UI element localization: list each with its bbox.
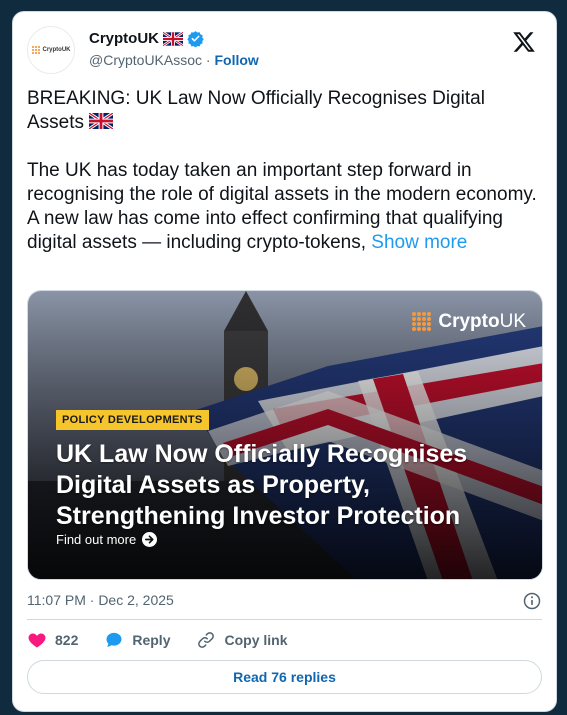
tweet-text: BREAKING: UK Law Now Officially Recognis… — [27, 87, 543, 255]
speech-bubble-icon — [106, 632, 122, 648]
read-replies-button[interactable]: Read 76 replies — [27, 660, 542, 694]
tweet-media-image[interactable]: CryptoUK POLICY DEVELOPMENTS UK Law Now … — [27, 290, 543, 580]
read-replies-label: Read 76 replies — [233, 669, 336, 685]
media-headline: UK Law Now Officially Recognises Digital… — [56, 440, 468, 530]
reply-button[interactable]: Reply — [104, 630, 170, 650]
info-icon[interactable] — [522, 591, 542, 611]
like-count: 822 — [55, 632, 79, 648]
copy-link-button[interactable]: Copy link — [196, 630, 288, 650]
arrow-right-icon — [142, 532, 158, 547]
cryptouk-logo-icon — [31, 45, 41, 55]
cryptouk-logo-icon — [412, 312, 432, 332]
like-button[interactable]: 822 — [27, 630, 78, 650]
media-brand-name: Crypto — [438, 311, 500, 332]
media-category-tag: POLICY DEVELOPMENTS — [56, 410, 209, 430]
handle-separator: · — [202, 52, 215, 68]
author-handle[interactable]: @CryptoUKAssoc — [89, 52, 202, 68]
x-logo-icon[interactable] — [512, 30, 536, 54]
tweet-card: CryptoUK CryptoUK @CryptoUKAssoc · Follo… — [12, 11, 557, 712]
avatar[interactable]: CryptoUK — [27, 26, 75, 74]
find-out-more-link[interactable]: Find out more — [56, 532, 158, 547]
reply-label: Reply — [132, 632, 171, 648]
divider — [27, 619, 542, 620]
author-display-name[interactable]: CryptoUK — [89, 30, 159, 47]
copy-link-label: Copy link — [224, 632, 288, 648]
heart-icon — [28, 633, 46, 648]
media-brand-suffix: UK — [499, 311, 526, 332]
author-info: CryptoUK @CryptoUKAssoc · Follow — [89, 30, 259, 68]
uk-flag-icon — [89, 113, 114, 129]
verified-badge-icon — [187, 31, 204, 47]
follow-button[interactable]: Follow — [214, 52, 258, 68]
media-cta-label: Find out more — [56, 532, 137, 547]
tweet-header: CryptoUK CryptoUK @CryptoUKAssoc · Follo… — [27, 26, 542, 76]
show-more-link[interactable]: Show more — [371, 232, 467, 253]
link-icon — [198, 632, 215, 648]
media-brand-logo: CryptoUK — [412, 311, 526, 333]
tweet-timestamp[interactable]: 11:07 PM · Dec 2, 2025 — [27, 592, 174, 608]
tweet-actions: 822 Reply Copy link — [27, 627, 314, 653]
uk-flag-icon — [163, 31, 183, 46]
avatar-logo-text: CryptoUK — [42, 47, 71, 53]
tweet-meta: 11:07 PM · Dec 2, 2025 — [27, 592, 542, 612]
